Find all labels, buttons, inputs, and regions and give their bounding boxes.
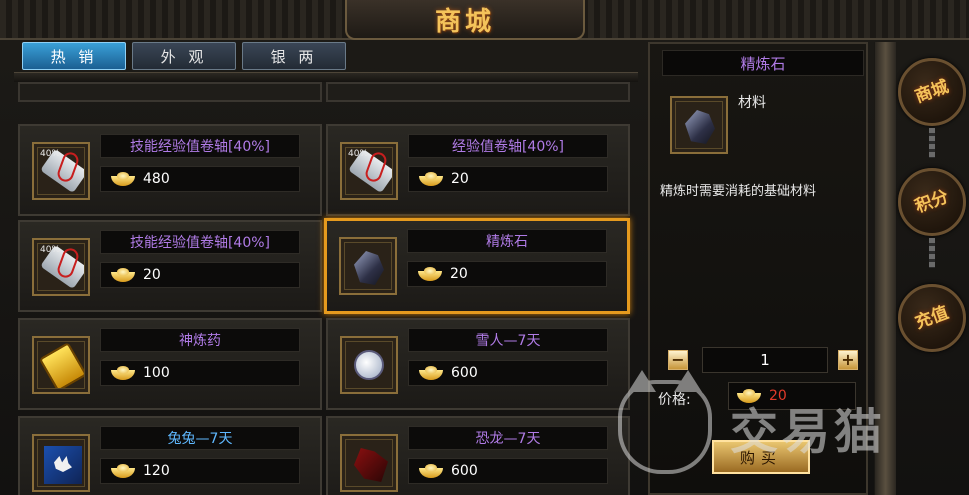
item-card[interactable]: 兔兔—7天 120 <box>18 416 322 495</box>
item-grid[interactable]: 40% 技能经验值卷轴[40%] 480 40% 经验值卷轴[40%] 20 4… <box>14 82 638 495</box>
item-name: 精炼石 <box>407 229 607 253</box>
side-button-label: 商城 <box>912 76 952 108</box>
gold-ingot-icon <box>111 268 135 282</box>
tab-silver[interactable]: 银 两 <box>242 42 346 70</box>
scroll-icon: 40% <box>32 238 90 296</box>
price-value: 100 <box>143 365 170 381</box>
tab-hot-sales[interactable]: 热 销 <box>22 42 126 70</box>
item-card[interactable]: 神炼药 100 <box>18 318 322 410</box>
item-name: 技能经验值卷轴[40%] <box>100 230 300 254</box>
item-card[interactable]: 40% 技能经验值卷轴[40%] 20 <box>18 220 322 312</box>
price-value: 20 <box>143 267 161 283</box>
rabbit-icon <box>32 434 90 492</box>
dinosaur-icon <box>340 434 398 492</box>
item-name: 神炼药 <box>100 328 300 352</box>
item-name: 技能经验值卷轴[40%] <box>100 134 300 158</box>
item-price: 480 <box>100 166 300 192</box>
potion-icon <box>32 336 90 394</box>
quantity-input[interactable]: 1 <box>702 347 828 373</box>
item-detail-panel: 精炼石 材料 精炼时需要消耗的基础材料 − 1 + 价格: 20 购买 <box>648 42 868 495</box>
gold-ingot-icon <box>111 172 135 186</box>
chain-decoration <box>929 128 935 158</box>
item-name: 经验值卷轴[40%] <box>408 134 608 158</box>
item-price: 20 <box>100 262 300 288</box>
item-card[interactable]: 40% 技能经验值卷轴[40%] 480 <box>18 124 322 216</box>
scroll-icon: 40% <box>340 142 398 200</box>
detail-description: 精炼时需要消耗的基础材料 <box>660 184 817 199</box>
quantity-increase-button[interactable]: + <box>838 350 858 370</box>
shop-window: 商城 热 销 外 观 银 两 40% 技能经验值卷轴[40%] 480 40% … <box>0 0 969 495</box>
price-value: 600 <box>451 365 478 381</box>
quantity-decrease-button[interactable]: − <box>668 350 688 370</box>
item-name: 雪人—7天 <box>408 328 608 352</box>
price-value: 120 <box>143 463 170 479</box>
price-value: 480 <box>143 171 170 187</box>
gold-ingot-icon <box>111 464 135 478</box>
price-value: 20 <box>450 266 468 282</box>
side-button-shop[interactable]: 商城 <box>898 58 966 126</box>
item-price: 20 <box>408 166 608 192</box>
gold-ingot-icon <box>419 366 443 380</box>
page-title: 商城 <box>434 6 495 37</box>
item-price: 120 <box>100 458 300 484</box>
item-name: 恐龙—7天 <box>408 426 608 450</box>
item-price: 100 <box>100 360 300 386</box>
item-price: 20 <box>407 261 607 287</box>
item-price: 600 <box>408 360 608 386</box>
percent-badge: 40% <box>40 149 61 159</box>
gold-ingot-icon <box>111 366 135 380</box>
percent-badge: 40% <box>348 149 369 159</box>
price-label: 价格: <box>658 392 691 408</box>
gold-ingot-icon <box>418 267 442 281</box>
gold-ingot-icon <box>419 172 443 186</box>
item-card-selected[interactable]: 精炼石 20 <box>324 218 630 314</box>
partial-card[interactable] <box>326 82 630 102</box>
side-button-label: 积分 <box>912 186 952 218</box>
refining-stone-icon <box>670 96 728 154</box>
side-button-recharge[interactable]: 充值 <box>898 284 966 352</box>
total-price: 20 <box>728 382 856 410</box>
gold-ingot-icon <box>419 464 443 478</box>
price-value: 20 <box>451 171 469 187</box>
item-price: 600 <box>408 458 608 484</box>
gold-ingot-icon <box>737 389 761 403</box>
snowman-icon <box>340 336 398 394</box>
item-card[interactable]: 40% 经验值卷轴[40%] 20 <box>326 124 630 216</box>
tab-divider <box>14 72 638 82</box>
decorative-pillar <box>874 42 896 495</box>
tab-bar: 热 销 外 观 银 两 <box>22 42 346 70</box>
detail-title: 精炼石 <box>662 50 864 76</box>
item-name: 兔兔—7天 <box>100 426 300 450</box>
detail-category: 材料 <box>738 95 766 111</box>
percent-badge: 40% <box>40 245 61 255</box>
total-price-value: 20 <box>769 388 787 404</box>
item-card[interactable]: 恐龙—7天 600 <box>326 416 630 495</box>
scroll-icon: 40% <box>32 142 90 200</box>
partial-card[interactable] <box>18 82 322 102</box>
chain-decoration <box>929 238 935 268</box>
side-button-label: 充值 <box>912 302 952 334</box>
buy-button[interactable]: 购买 <box>712 440 810 474</box>
tab-appearance[interactable]: 外 观 <box>132 42 236 70</box>
side-button-points[interactable]: 积分 <box>898 168 966 236</box>
title-plaque: 商城 <box>345 0 585 40</box>
refining-stone-icon <box>339 237 397 295</box>
item-card[interactable]: 雪人—7天 600 <box>326 318 630 410</box>
price-value: 600 <box>451 463 478 479</box>
